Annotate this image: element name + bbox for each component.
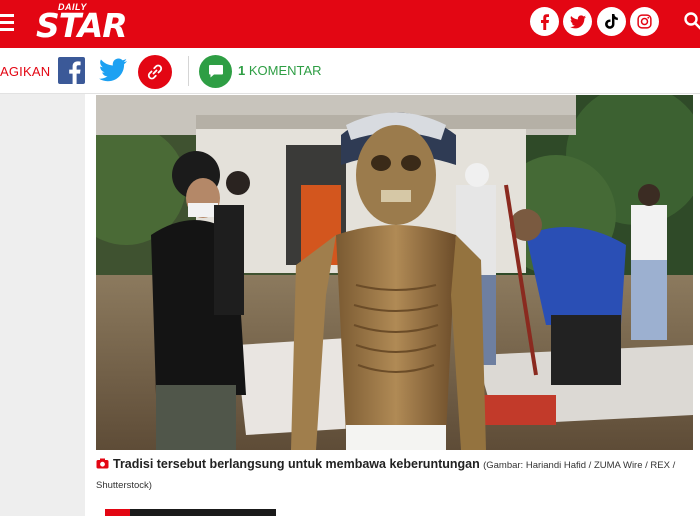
comment-icon — [208, 65, 223, 78]
copy-link-button[interactable] — [138, 55, 172, 89]
camera-icon — [96, 458, 109, 469]
photo-caption: Tradisi tersebut berlangsung untuk memba… — [96, 455, 696, 495]
comment-button[interactable] — [199, 55, 232, 88]
divider — [188, 56, 189, 86]
left-gutter — [0, 94, 85, 516]
section-bar — [105, 509, 276, 516]
facebook-icon[interactable] — [530, 7, 559, 36]
comment-count[interactable]: 1 KOMENTAR — [238, 63, 322, 78]
logo-star: STAR — [36, 6, 128, 45]
share-twitter-icon[interactable] — [99, 58, 127, 82]
share-facebook-icon[interactable] — [58, 57, 85, 84]
share-label: AGIKAN — [0, 64, 51, 79]
article-photo[interactable] — [96, 95, 693, 450]
twitter-icon[interactable] — [563, 7, 592, 36]
caption-text: Tradisi tersebut berlangsung untuk memba… — [113, 457, 480, 471]
menu-icon[interactable] — [0, 14, 14, 32]
tiktok-icon[interactable] — [597, 7, 626, 36]
site-logo[interactable]: DAILY STAR — [36, 2, 128, 46]
link-icon — [147, 64, 163, 80]
instagram-icon[interactable] — [630, 7, 659, 36]
search-icon[interactable] — [684, 12, 700, 30]
site-header: DAILY STAR — [0, 0, 700, 48]
share-bar: AGIKAN 1 KOMENTAR — [0, 48, 700, 94]
